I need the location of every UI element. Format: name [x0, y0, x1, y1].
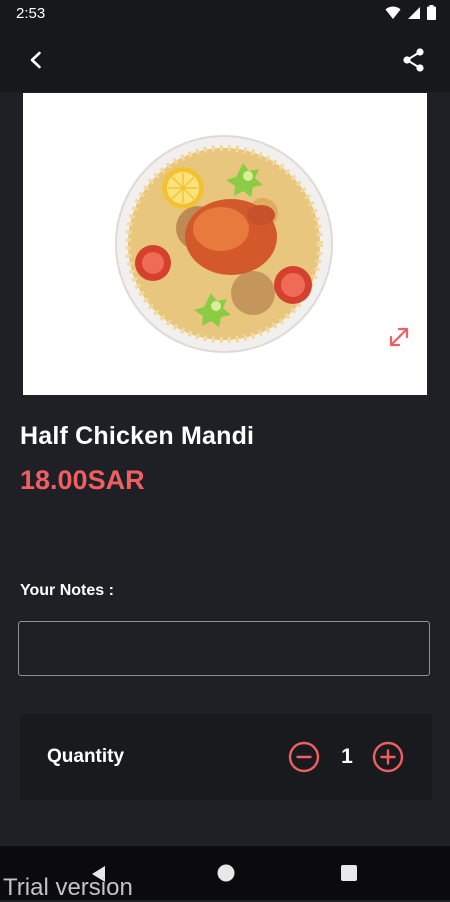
- wifi-icon: [385, 6, 401, 19]
- status-icons: [385, 5, 436, 20]
- product-image-card[interactable]: [23, 93, 427, 395]
- square-recents-icon[interactable]: [340, 864, 358, 882]
- notes-label: Your Notes :: [20, 582, 114, 599]
- notes-input[interactable]: [18, 621, 430, 676]
- arrow-back-icon[interactable]: [22, 46, 50, 74]
- status-time: 2:53: [16, 5, 46, 22]
- battery-icon: [427, 5, 436, 20]
- share-icon[interactable]: [400, 46, 428, 74]
- product-title: Half Chicken Mandi: [20, 422, 255, 450]
- status-bar: 2:53: [0, 0, 450, 28]
- app-bar: [0, 28, 450, 92]
- product-price: 18.00SAR: [20, 465, 145, 495]
- minus-circle-icon[interactable]: [288, 741, 320, 773]
- chicken-mandi-dish-image: [115, 135, 333, 353]
- quantity-label: Quantity: [47, 746, 125, 767]
- circle-home-icon[interactable]: [216, 863, 236, 883]
- plus-circle-icon[interactable]: [372, 741, 404, 773]
- trial-watermark: Trial version: [3, 874, 133, 901]
- expand-diagonal-icon[interactable]: [387, 325, 411, 349]
- signal-icon: [408, 6, 420, 19]
- quantity-value: 1: [341, 745, 353, 768]
- quantity-card: Quantity 1: [20, 714, 432, 800]
